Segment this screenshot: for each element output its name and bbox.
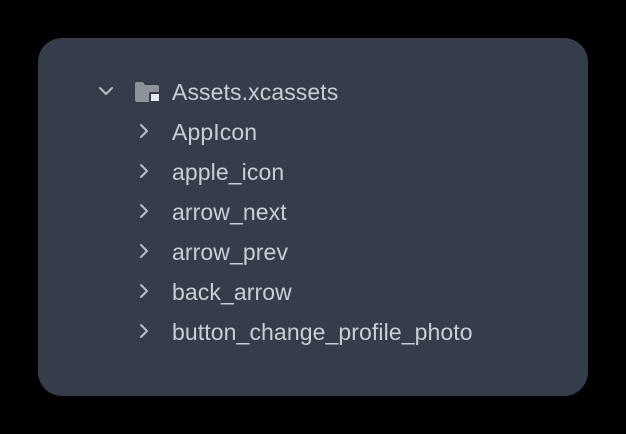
chevron-right-icon[interactable] xyxy=(136,243,152,259)
tree-row-label: apple_icon xyxy=(172,159,285,185)
tree-row-back-arrow[interactable]: back_arrow xyxy=(38,271,588,311)
tree-row-label: button_change_profile_photo xyxy=(172,319,473,345)
tree-row-label: Assets.xcassets xyxy=(172,79,339,105)
tree-row-assets-xcassets[interactable]: Assets.xcassets xyxy=(38,71,588,111)
file-tree: Assets.xcassets AppIcon apple_icon arrow… xyxy=(38,38,588,396)
tree-row-label: back_arrow xyxy=(172,279,292,305)
tree-row-apple-icon[interactable]: apple_icon xyxy=(38,151,588,191)
tree-row-arrow-prev[interactable]: arrow_prev xyxy=(38,231,588,271)
tree-row-appicon[interactable]: AppIcon xyxy=(38,111,588,151)
chevron-down-icon[interactable] xyxy=(98,83,114,99)
tree-row-label: arrow_prev xyxy=(172,239,289,265)
folder-icon xyxy=(134,81,162,103)
chevron-right-icon[interactable] xyxy=(136,203,152,219)
chevron-right-icon[interactable] xyxy=(136,323,152,339)
tree-row-arrow-next[interactable]: arrow_next xyxy=(38,191,588,231)
chevron-right-icon[interactable] xyxy=(136,283,152,299)
tree-row-label: AppIcon xyxy=(172,119,258,145)
chevron-right-icon[interactable] xyxy=(136,123,152,139)
chevron-right-icon[interactable] xyxy=(136,163,152,179)
project-navigator-panel: Assets.xcassets AppIcon apple_icon arrow… xyxy=(38,38,588,396)
tree-row-label: arrow_next xyxy=(172,199,287,225)
tree-row-button-change-profile-photo[interactable]: button_change_profile_photo xyxy=(38,311,588,351)
